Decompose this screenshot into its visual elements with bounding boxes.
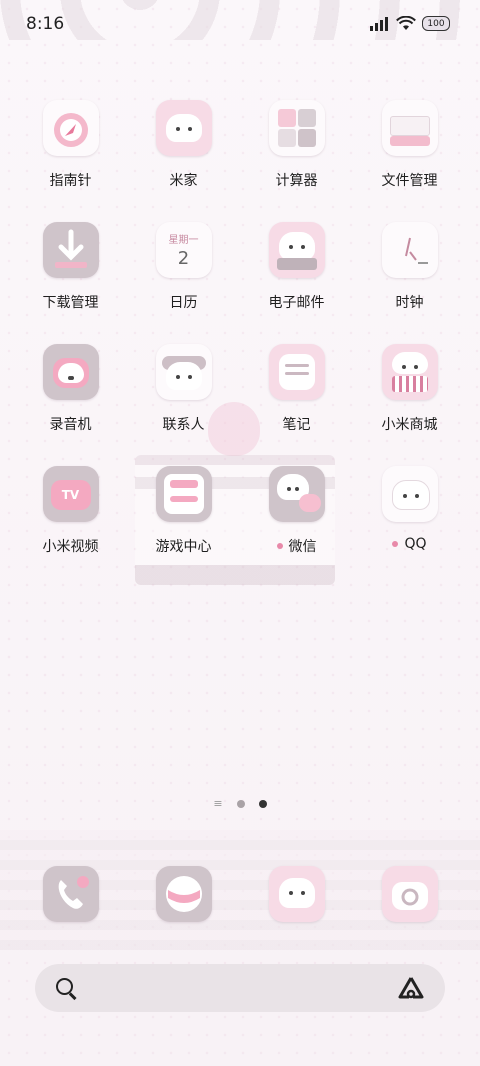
app-label: 录音机 xyxy=(49,417,92,433)
search-icon[interactable] xyxy=(55,977,77,999)
dock xyxy=(14,866,466,922)
calendar-weekday: 星期一 xyxy=(168,235,199,246)
app-email[interactable]: 电子邮件 xyxy=(240,222,353,312)
app-label: 计算器 xyxy=(275,173,318,189)
app-label: 笔记 xyxy=(282,417,311,433)
calendar-day: 2 xyxy=(177,248,190,269)
app-wechat[interactable]: 微信 xyxy=(240,466,353,556)
browser-icon xyxy=(155,866,212,922)
page-indicator[interactable]: ≡ xyxy=(0,797,480,810)
status-bar: 8:16 100 xyxy=(0,0,480,50)
app-mi-video[interactable]: TV 小米视频 xyxy=(14,466,127,556)
app-label: 小米视频 xyxy=(42,539,99,555)
status-icons: 100 xyxy=(370,16,450,31)
file-manager-icon xyxy=(381,100,438,156)
calendar-icon: 星期一 2 xyxy=(155,222,212,278)
app-calendar[interactable]: 星期一 2 日历 xyxy=(127,222,240,312)
notes-icon xyxy=(268,344,325,400)
app-compass[interactable]: 指南针 xyxy=(14,100,127,190)
game-center-icon xyxy=(155,466,212,522)
app-file-manager[interactable]: 文件管理 xyxy=(353,100,466,190)
messages-icon xyxy=(268,866,325,922)
app-clock[interactable]: 时钟 xyxy=(353,222,466,312)
dock-browser[interactable] xyxy=(127,866,240,922)
app-label: 联系人 xyxy=(162,417,205,433)
app-label: 日历 xyxy=(169,295,198,311)
status-time: 8:16 xyxy=(26,14,65,34)
app-notes[interactable]: 笔记 xyxy=(240,344,353,434)
phone-icon xyxy=(42,866,99,922)
app-label: 游戏中心 xyxy=(155,539,212,555)
recorder-icon xyxy=(42,344,99,400)
app-grid: 指南针 米家 计算器 文件管理 下载管理 星期一 2 日历 电子邮件 时钟 录音… xyxy=(14,100,466,556)
menu-lines-icon: ≡ xyxy=(213,797,223,810)
app-qq[interactable]: QQ xyxy=(353,466,466,556)
dock-camera[interactable] xyxy=(353,866,466,922)
notification-dot xyxy=(276,543,283,549)
download-icon xyxy=(42,222,99,278)
app-calculator[interactable]: 计算器 xyxy=(240,100,353,190)
app-label: 文件管理 xyxy=(381,173,438,189)
page-dot-1[interactable] xyxy=(236,799,245,808)
contacts-icon xyxy=(155,344,212,400)
wifi-icon xyxy=(396,16,416,30)
app-contacts[interactable]: 联系人 xyxy=(127,344,240,434)
dock-phone[interactable] xyxy=(14,866,127,922)
app-label: QQ xyxy=(404,536,427,552)
mi-store-icon xyxy=(381,344,438,400)
app-label: 小米商城 xyxy=(381,417,438,433)
app-label: 米家 xyxy=(169,173,198,189)
notification-dot xyxy=(392,541,399,547)
assistant-icon[interactable] xyxy=(397,975,425,1001)
app-label: 下载管理 xyxy=(42,295,99,311)
calculator-icon xyxy=(268,100,325,156)
app-label: 电子邮件 xyxy=(268,295,325,311)
app-label: 时钟 xyxy=(395,295,424,311)
page-dot-2[interactable] xyxy=(258,799,267,808)
mijia-icon xyxy=(155,100,212,156)
app-recorder[interactable]: 录音机 xyxy=(14,344,127,434)
compass-icon xyxy=(42,100,99,156)
app-mijia[interactable]: 米家 xyxy=(127,100,240,190)
dock-messages[interactable] xyxy=(240,866,353,922)
signal-icon xyxy=(370,16,388,31)
email-icon xyxy=(268,222,325,278)
mi-video-icon: TV xyxy=(42,466,99,522)
app-label: 微信 xyxy=(288,539,317,555)
clock-icon xyxy=(381,222,438,278)
search-bar[interactable] xyxy=(35,964,445,1012)
app-label: 指南针 xyxy=(49,173,92,189)
app-download-manager[interactable]: 下载管理 xyxy=(14,222,127,312)
wechat-icon xyxy=(268,466,325,522)
tv-label: TV xyxy=(61,488,80,502)
app-game-center[interactable]: 游戏中心 xyxy=(127,466,240,556)
qq-icon xyxy=(381,466,438,522)
app-mi-store[interactable]: 小米商城 xyxy=(353,344,466,434)
battery-icon: 100 xyxy=(422,16,450,31)
camera-icon xyxy=(381,866,438,922)
